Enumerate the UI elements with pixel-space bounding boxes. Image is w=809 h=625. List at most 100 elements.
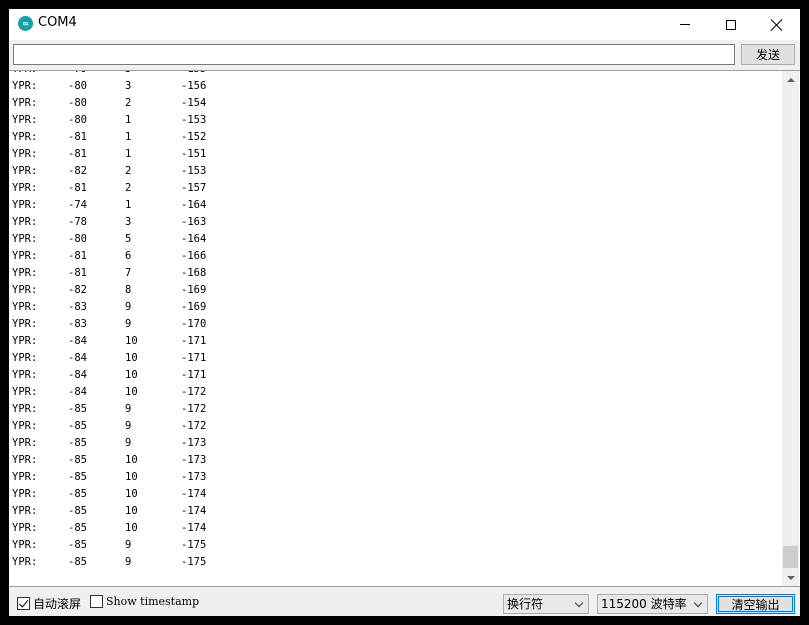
baud-rate-value: 115200 波特率 — [601, 597, 687, 611]
output-line: YPR: -85 10 -173 — [12, 469, 778, 486]
vertical-scrollbar[interactable] — [782, 71, 799, 586]
output-line: YPR: -84 10 -171 — [12, 367, 778, 384]
pitch-value: 10 — [125, 471, 138, 483]
yaw-value: -85 — [68, 437, 87, 449]
roll-value: -153 — [181, 165, 207, 177]
scroll-up-button[interactable] — [782, 71, 799, 88]
title-bar[interactable]: ∞ COM4 — [9, 9, 800, 40]
chevron-up-icon — [786, 77, 795, 82]
yaw-value: -85 — [68, 539, 87, 551]
roll-value: -170 — [181, 318, 207, 330]
pitch-value: 9 — [125, 301, 132, 313]
pitch-value: 10 — [125, 454, 138, 466]
roll-value: -163 — [181, 216, 207, 228]
chevron-down-icon — [574, 598, 584, 608]
output-line: YPR: -81 1 -152 — [12, 129, 778, 146]
pitch-value: 2 — [125, 165, 132, 177]
arduino-icon: ∞ — [18, 16, 33, 31]
pitch-value: 9 — [125, 556, 132, 568]
yaw-value: -81 — [68, 250, 87, 262]
roll-value: -171 — [181, 369, 207, 381]
maximize-icon — [726, 19, 736, 30]
output-line: YPR: -80 3 -156 — [12, 78, 778, 95]
line-label: YPR: — [12, 454, 38, 466]
line-label: YPR: — [12, 80, 38, 92]
line-label: YPR: — [12, 165, 38, 177]
roll-value: -175 — [181, 539, 207, 551]
roll-value: -169 — [181, 301, 207, 313]
yaw-value: -85 — [68, 488, 87, 500]
line-label: YPR: — [12, 352, 38, 364]
roll-value: -169 — [181, 284, 207, 296]
line-label: YPR: — [12, 267, 38, 279]
roll-value: -173 — [181, 437, 207, 449]
minimize-button[interactable] — [662, 9, 708, 40]
scroll-down-button[interactable] — [782, 569, 799, 586]
pitch-value: 10 — [125, 335, 138, 347]
bottom-bar: 自动滚屏 Show timestamp 换行符 115200 波特率 清空输出 — [9, 588, 800, 616]
line-label: YPR: — [12, 420, 38, 432]
line-label: YPR: — [12, 199, 38, 211]
pitch-value: 3 — [125, 216, 132, 228]
output-line: YPR: -80 1 -153 — [12, 112, 778, 129]
output-line: YPR: -83 9 -170 — [12, 316, 778, 333]
baud-rate-select[interactable]: 115200 波特率 — [597, 594, 708, 614]
pitch-value: 10 — [125, 505, 138, 517]
line-label: YPR: — [12, 301, 38, 313]
yaw-value: -84 — [68, 352, 87, 364]
pitch-value: 2 — [125, 97, 132, 109]
show-timestamp-checkbox[interactable]: Show timestamp — [90, 595, 199, 608]
line-label: YPR: — [12, 148, 38, 160]
close-icon — [771, 19, 783, 31]
roll-value: -155 — [181, 71, 206, 78]
yaw-value: -85 — [68, 403, 87, 415]
line-label: YPR: — [12, 539, 38, 551]
maximize-button[interactable] — [708, 9, 754, 40]
roll-value: -168 — [181, 267, 207, 279]
scroll-thumb[interactable] — [783, 546, 798, 568]
line-ending-select[interactable]: 换行符 — [503, 594, 589, 614]
yaw-value: -82 — [68, 165, 87, 177]
output-line: YPR: -80 5 -164 — [12, 231, 778, 248]
output-line: YPR: -85 10 -174 — [12, 520, 778, 537]
output-line: YPR: -85 9 -172 — [12, 418, 778, 435]
pitch-value: 2 — [125, 182, 132, 194]
roll-value: -172 — [181, 420, 207, 432]
roll-value: -173 — [181, 454, 207, 466]
pitch-value: 10 — [125, 352, 138, 364]
close-button[interactable] — [754, 9, 800, 40]
pitch-value: 3 — [125, 71, 131, 78]
roll-value: -152 — [181, 131, 207, 143]
serial-monitor-window: ∞ COM4 发送 YPR: -79 3 -155 YPR:-803-156YP… — [9, 9, 800, 616]
roll-value: -172 — [181, 386, 207, 398]
line-label: YPR: — [12, 403, 38, 415]
output-line: YPR: -81 6 -166 — [12, 248, 778, 265]
send-input[interactable] — [13, 44, 735, 65]
yaw-value: -80 — [68, 233, 87, 245]
pitch-value: 1 — [125, 114, 132, 126]
yaw-value: -84 — [68, 369, 87, 381]
autoscroll-checkbox-box[interactable] — [17, 597, 30, 610]
pitch-value: 8 — [125, 284, 132, 296]
yaw-value: -80 — [68, 80, 87, 92]
send-button[interactable]: 发送 — [741, 44, 795, 65]
show-timestamp-checkbox-box[interactable] — [90, 595, 103, 608]
pitch-value: 7 — [125, 267, 132, 279]
output-line: YPR: -85 10 -174 — [12, 503, 778, 520]
roll-value: -171 — [181, 335, 207, 347]
pitch-value: 1 — [125, 131, 132, 143]
line-label: YPR: — [12, 182, 38, 194]
chevron-down-icon — [693, 598, 703, 608]
pitch-value: 1 — [125, 148, 132, 160]
output-line: YPR: -85 10 -174 — [12, 486, 778, 503]
output-lines: YPR: -79 3 -155 YPR: -80 3 -156 YPR: -80 2 -154… — [12, 71, 778, 571]
serial-output[interactable]: YPR: -79 3 -155 YPR: -80 3 -156 YPR: -80 2 -154… — [9, 70, 800, 587]
yaw-value: -80 — [68, 114, 87, 126]
roll-value: -166 — [181, 250, 207, 262]
autoscroll-checkbox[interactable]: 自动滚屏 — [17, 595, 81, 612]
roll-value: -154 — [181, 97, 207, 109]
line-label: YPR: — [12, 505, 38, 517]
output-line: YPR: -85 9 -172 — [12, 401, 778, 418]
roll-value: -172 — [181, 403, 207, 415]
clear-output-button[interactable]: 清空输出 — [716, 594, 795, 614]
